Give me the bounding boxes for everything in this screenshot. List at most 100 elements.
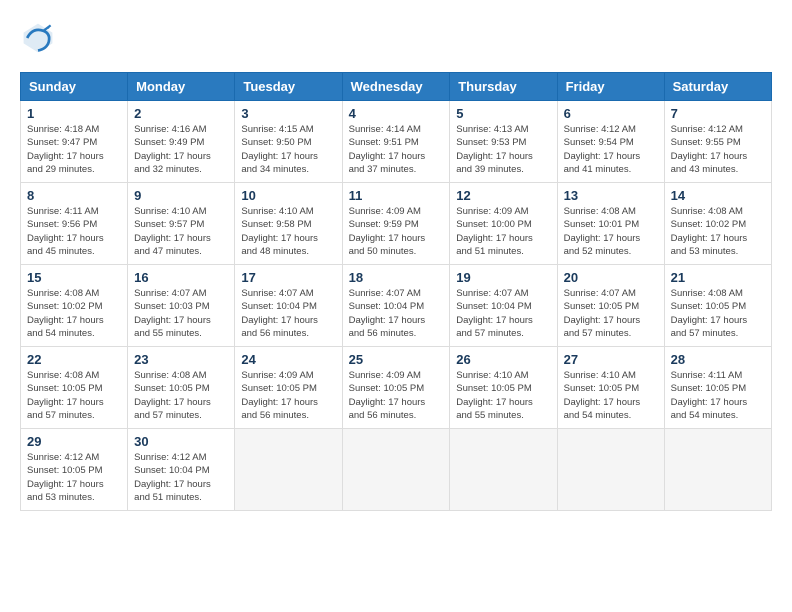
- header-tuesday: Tuesday: [235, 73, 342, 101]
- day-info: Sunrise: 4:12 AM Sunset: 9:54 PM Dayligh…: [564, 123, 658, 176]
- day-info: Sunrise: 4:15 AM Sunset: 9:50 PM Dayligh…: [241, 123, 335, 176]
- day-cell-4: 4 Sunrise: 4:14 AM Sunset: 9:51 PM Daylig…: [342, 101, 450, 183]
- day-info: Sunrise: 4:10 AM Sunset: 9:57 PM Dayligh…: [134, 205, 228, 258]
- header-wednesday: Wednesday: [342, 73, 450, 101]
- day-cell-29: 29 Sunrise: 4:12 AM Sunset: 10:05 PM Dayl…: [21, 429, 128, 511]
- day-number: 24: [241, 352, 335, 367]
- day-info: Sunrise: 4:09 AM Sunset: 10:00 PM Daylig…: [456, 205, 550, 258]
- day-cell-6: 6 Sunrise: 4:12 AM Sunset: 9:54 PM Daylig…: [557, 101, 664, 183]
- day-number: 16: [134, 270, 228, 285]
- day-number: 2: [134, 106, 228, 121]
- header-monday: Monday: [128, 73, 235, 101]
- day-number: 8: [27, 188, 121, 203]
- day-cell-25: 25 Sunrise: 4:09 AM Sunset: 10:05 PM Dayl…: [342, 347, 450, 429]
- header-sunday: Sunday: [21, 73, 128, 101]
- day-cell-27: 27 Sunrise: 4:10 AM Sunset: 10:05 PM Dayl…: [557, 347, 664, 429]
- day-cell-30: 30 Sunrise: 4:12 AM Sunset: 10:04 PM Dayl…: [128, 429, 235, 511]
- logo-icon: [20, 20, 56, 56]
- day-number: 22: [27, 352, 121, 367]
- day-cell-22: 22 Sunrise: 4:08 AM Sunset: 10:05 PM Dayl…: [21, 347, 128, 429]
- day-info: Sunrise: 4:08 AM Sunset: 10:05 PM Daylig…: [671, 287, 765, 340]
- day-cell-17: 17Sunrise: 4:07 AM Sunset: 10:04 PM Dayl…: [235, 265, 342, 347]
- day-number: 23: [134, 352, 228, 367]
- day-info: Sunrise: 4:09 AM Sunset: 10:05 PM Daylig…: [241, 369, 335, 422]
- day-info: Sunrise: 4:10 AM Sunset: 9:58 PM Dayligh…: [241, 205, 335, 258]
- day-number: 1: [27, 106, 121, 121]
- day-cell-9: 9 Sunrise: 4:10 AM Sunset: 9:57 PM Daylig…: [128, 183, 235, 265]
- header-friday: Friday: [557, 73, 664, 101]
- day-cell-14: 14Sunrise: 4:08 AM Sunset: 10:02 PM Dayl…: [664, 183, 771, 265]
- empty-cell: [342, 429, 450, 511]
- day-info: Sunrise: 4:08 AM Sunset: 10:05 PM Daylig…: [27, 369, 121, 422]
- empty-cell: [235, 429, 342, 511]
- day-number: 11: [349, 188, 444, 203]
- day-cell-5: 5 Sunrise: 4:13 AM Sunset: 9:53 PM Daylig…: [450, 101, 557, 183]
- day-cell-13: 13 Sunrise: 4:08 AM Sunset: 10:01 PM Dayl…: [557, 183, 664, 265]
- day-info: Sunrise: 4:09 AM Sunset: 9:59 PM Dayligh…: [349, 205, 444, 258]
- day-number: 20: [564, 270, 658, 285]
- week-row-4: 22 Sunrise: 4:08 AM Sunset: 10:05 PM Dayl…: [21, 347, 772, 429]
- day-info: Sunrise: 4:07 AM Sunset: 10:04 PM Daylig…: [349, 287, 444, 340]
- empty-cell: [557, 429, 664, 511]
- day-info: Sunrise: 4:12 AM Sunset: 10:04 PM Daylig…: [134, 451, 228, 504]
- day-number: 6: [564, 106, 658, 121]
- day-info: Sunrise: 4:08 AM Sunset: 10:05 PM Daylig…: [134, 369, 228, 422]
- week-row-1: 1 Sunrise: 4:18 AM Sunset: 9:47 PM Daylig…: [21, 101, 772, 183]
- calendar-header-row: SundayMondayTuesdayWednesdayThursdayFrid…: [21, 73, 772, 101]
- day-number: 27: [564, 352, 658, 367]
- day-cell-23: 23 Sunrise: 4:08 AM Sunset: 10:05 PM Dayl…: [128, 347, 235, 429]
- day-cell-20: 20Sunrise: 4:07 AM Sunset: 10:05 PM Dayl…: [557, 265, 664, 347]
- day-number: 19: [456, 270, 550, 285]
- day-info: Sunrise: 4:12 AM Sunset: 10:05 PM Daylig…: [27, 451, 121, 504]
- day-info: Sunrise: 4:09 AM Sunset: 10:05 PM Daylig…: [349, 369, 444, 422]
- day-info: Sunrise: 4:18 AM Sunset: 9:47 PM Dayligh…: [27, 123, 121, 176]
- day-number: 28: [671, 352, 765, 367]
- day-cell-28: 28 Sunrise: 4:11 AM Sunset: 10:05 PM Dayl…: [664, 347, 771, 429]
- day-info: Sunrise: 4:08 AM Sunset: 10:01 PM Daylig…: [564, 205, 658, 258]
- day-cell-21: 21 Sunrise: 4:08 AM Sunset: 10:05 PM Dayl…: [664, 265, 771, 347]
- day-cell-2: 2 Sunrise: 4:16 AM Sunset: 9:49 PM Daylig…: [128, 101, 235, 183]
- day-number: 4: [349, 106, 444, 121]
- day-info: Sunrise: 4:07 AM Sunset: 10:04 PM Daylig…: [456, 287, 550, 340]
- day-info: Sunrise: 4:08 AM Sunset: 10:02 PM Daylig…: [27, 287, 121, 340]
- week-row-3: 15 Sunrise: 4:08 AM Sunset: 10:02 PM Dayl…: [21, 265, 772, 347]
- day-number: 18: [349, 270, 444, 285]
- header-saturday: Saturday: [664, 73, 771, 101]
- day-info: Sunrise: 4:14 AM Sunset: 9:51 PM Dayligh…: [349, 123, 444, 176]
- page-header: [20, 20, 772, 56]
- day-cell-10: 10Sunrise: 4:10 AM Sunset: 9:58 PM Dayli…: [235, 183, 342, 265]
- day-number: 12: [456, 188, 550, 203]
- day-info: Sunrise: 4:12 AM Sunset: 9:55 PM Dayligh…: [671, 123, 765, 176]
- day-number: 29: [27, 434, 121, 449]
- day-number: 26: [456, 352, 550, 367]
- day-number: 5: [456, 106, 550, 121]
- day-number: 14: [671, 188, 765, 203]
- day-cell-24: 24 Sunrise: 4:09 AM Sunset: 10:05 PM Dayl…: [235, 347, 342, 429]
- day-cell-26: 26 Sunrise: 4:10 AM Sunset: 10:05 PM Dayl…: [450, 347, 557, 429]
- day-number: 21: [671, 270, 765, 285]
- day-cell-18: 18 Sunrise: 4:07 AM Sunset: 10:04 PM Dayl…: [342, 265, 450, 347]
- day-info: Sunrise: 4:11 AM Sunset: 9:56 PM Dayligh…: [27, 205, 121, 258]
- calendar-table: SundayMondayTuesdayWednesdayThursdayFrid…: [20, 72, 772, 511]
- day-info: Sunrise: 4:16 AM Sunset: 9:49 PM Dayligh…: [134, 123, 228, 176]
- day-number: 3: [241, 106, 335, 121]
- day-info: Sunrise: 4:13 AM Sunset: 9:53 PM Dayligh…: [456, 123, 550, 176]
- empty-cell: [450, 429, 557, 511]
- day-cell-1: 1 Sunrise: 4:18 AM Sunset: 9:47 PM Daylig…: [21, 101, 128, 183]
- day-info: Sunrise: 4:11 AM Sunset: 10:05 PM Daylig…: [671, 369, 765, 422]
- week-row-2: 8 Sunrise: 4:11 AM Sunset: 9:56 PM Daylig…: [21, 183, 772, 265]
- day-number: 13: [564, 188, 658, 203]
- day-number: 25: [349, 352, 444, 367]
- logo: [20, 20, 62, 56]
- day-cell-8: 8 Sunrise: 4:11 AM Sunset: 9:56 PM Daylig…: [21, 183, 128, 265]
- day-number: 30: [134, 434, 228, 449]
- day-number: 17: [241, 270, 335, 285]
- day-number: 9: [134, 188, 228, 203]
- day-cell-3: 3 Sunrise: 4:15 AM Sunset: 9:50 PM Daylig…: [235, 101, 342, 183]
- day-info: Sunrise: 4:10 AM Sunset: 10:05 PM Daylig…: [564, 369, 658, 422]
- day-cell-7: 7Sunrise: 4:12 AM Sunset: 9:55 PM Daylig…: [664, 101, 771, 183]
- day-info: Sunrise: 4:10 AM Sunset: 10:05 PM Daylig…: [456, 369, 550, 422]
- day-number: 15: [27, 270, 121, 285]
- day-info: Sunrise: 4:07 AM Sunset: 10:03 PM Daylig…: [134, 287, 228, 340]
- day-cell-16: 16 Sunrise: 4:07 AM Sunset: 10:03 PM Dayl…: [128, 265, 235, 347]
